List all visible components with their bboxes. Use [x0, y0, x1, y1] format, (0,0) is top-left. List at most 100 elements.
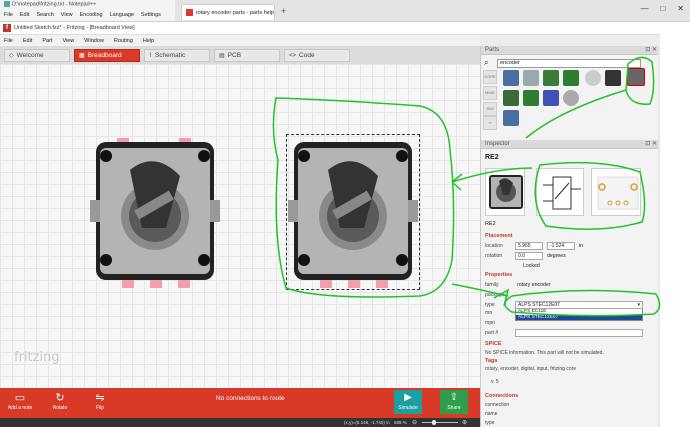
encoder-thumbnail [489, 175, 523, 209]
menu-part[interactable]: Part [42, 38, 52, 44]
maximize-icon[interactable]: □ [660, 4, 665, 13]
rotation-field[interactable]: 0.0 [515, 252, 543, 260]
play-icon: ▶ [404, 392, 412, 403]
flip-button[interactable]: ⇋ Flip [80, 391, 120, 411]
notepad-menu-settings[interactable]: Settings [141, 12, 161, 18]
bottom-toolbar: ▭ Add a note ↻ Rotate ⇋ Flip No connections… [0, 388, 480, 418]
close-icon[interactable]: ✕ [677, 4, 684, 13]
favicon-icon [186, 9, 193, 16]
notepad-menu-encoding[interactable]: Encoding [80, 12, 103, 18]
bin-sim[interactable]: SIM [483, 102, 497, 116]
part-encoder-4[interactable] [563, 70, 579, 86]
connections-row-connection: connection [485, 402, 510, 408]
part-encoder-3[interactable] [543, 70, 559, 86]
part-encoder-5[interactable] [585, 70, 601, 86]
pcb-thumbnail [597, 176, 639, 210]
schematic-thumbnail [543, 176, 581, 210]
tab-schematic[interactable]: ⌇ Schematic [144, 49, 210, 62]
minimize-icon[interactable]: — [640, 4, 648, 13]
notepad-menu-edit[interactable]: Edit [20, 12, 29, 18]
zoom-in-icon[interactable]: ⊕ [462, 419, 467, 426]
part-encoder-8[interactable] [523, 90, 539, 106]
rotate-icon: ↻ [55, 392, 65, 404]
tab-breadboard[interactable]: ▦ Breadboard [74, 49, 140, 62]
part-number-label: part # [485, 330, 499, 336]
inspector-header: Inspector ⊡ ✕ [481, 140, 661, 149]
notepad-menu-search[interactable]: Search [36, 12, 53, 18]
close-icon[interactable]: ⊡ ✕ [645, 140, 657, 149]
inspector-caption: RE2 [485, 221, 496, 227]
code-icon: <> [289, 52, 297, 59]
part-encoder-9[interactable] [543, 90, 559, 106]
locked-checkbox[interactable]: Locked [523, 263, 540, 269]
type-select[interactable]: ALPS STEC12E07 ▾ [515, 301, 643, 309]
view-tabs: ◇ Welcome ▦ Breadboard ⌇ Schematic ▤ PCB <> C… [0, 46, 480, 64]
rotate-button[interactable]: ↻ Rotate [40, 391, 80, 411]
routing-status: No connections to route [216, 395, 285, 402]
share-icon: ⇪ [449, 392, 459, 403]
close-icon[interactable]: ⊡ ✕ [645, 46, 657, 55]
flip-icon: ⇋ [95, 392, 105, 404]
search-icon[interactable]: ⌕ [484, 58, 488, 68]
menu-routing[interactable]: Routing [114, 38, 133, 44]
tab-code[interactable]: <> Code [284, 49, 350, 62]
tags-text: rotary, encoder, digital, input, fritzin… [485, 366, 577, 372]
menu-view[interactable]: View [62, 38, 74, 44]
part-encoder-1[interactable] [503, 70, 519, 86]
notepad-menu-view[interactable]: View [61, 12, 73, 18]
rotation-label: rotation [485, 253, 503, 259]
menu-edit[interactable]: Edit [23, 38, 32, 44]
breadboard-icon: ▦ [79, 53, 85, 59]
part-encoder-7[interactable] [503, 90, 519, 106]
location-unit: in [579, 243, 584, 249]
note-icon: ▭ [14, 392, 26, 404]
menu-help[interactable]: Help [143, 38, 154, 44]
placement-section: Placement [485, 233, 513, 239]
breadboard-canvas[interactable] [0, 64, 480, 388]
pcb-image [591, 168, 641, 216]
tab-welcome[interactable]: ◇ Welcome [4, 49, 70, 62]
zoom-level: 685 % [394, 420, 407, 425]
spice-text: No SPICE information. This part will not… [485, 350, 604, 356]
type-option-stec12e07[interactable]: ALPS STEC12E07 [515, 315, 643, 321]
part-encoder-11[interactable] [503, 110, 519, 126]
mn-label: mn [485, 310, 493, 316]
schematic-icon: ⌇ [149, 53, 152, 59]
browser-tab[interactable]: rotary encoder parts - parts.help [181, 4, 275, 20]
browser-strip: rotary encoder parts - parts.help + — □ … [175, 0, 690, 22]
bin-core[interactable]: CORE [483, 70, 497, 84]
zoom-out-icon[interactable]: ⊖ [412, 419, 417, 426]
rotary-encoder-part[interactable] [88, 136, 222, 290]
new-tab-button[interactable]: + [281, 6, 286, 16]
notepad-menu-file[interactable]: File [4, 12, 13, 18]
menu-window[interactable]: Window [84, 38, 104, 44]
location-y-field[interactable]: -1.524 [547, 242, 575, 250]
zoom-slider-handle[interactable] [432, 420, 436, 425]
part-encoder-2[interactable] [523, 70, 539, 86]
bin-temp[interactable]: ∞ [483, 116, 497, 130]
bin-mine[interactable]: MINE [483, 86, 497, 100]
window-controls: — □ ✕ [640, 4, 684, 13]
part-encoder-selected[interactable] [627, 68, 645, 86]
status-bar: (x,y)=(5.148, -1.740) in 685 % ⊖ ⊕ [0, 418, 480, 427]
part-encoder-10[interactable] [563, 90, 579, 106]
fritzing-watermark: fritzing [14, 350, 60, 365]
type-label: type [485, 302, 495, 308]
parts-search-input[interactable]: encoder [497, 59, 641, 68]
rotary-encoder-part-selected[interactable] [286, 136, 420, 290]
tab-pcb[interactable]: ▤ PCB [214, 49, 280, 62]
part-encoder-6[interactable] [605, 70, 621, 86]
add-note-button[interactable]: ▭ Add a note [0, 391, 40, 411]
zoom-slider[interactable] [422, 422, 458, 423]
share-button[interactable]: ⇪ Share [440, 390, 468, 414]
chevron-down-icon: ▾ [637, 302, 640, 308]
part-number-field[interactable] [515, 329, 643, 337]
simulate-button[interactable]: ▶ Simulate [394, 390, 422, 414]
fritzing-title-bar: f Untitled Sketch.fzz* - Fritzing - [Bre… [0, 22, 690, 35]
family-label: family [485, 282, 499, 288]
location-x-field[interactable]: 5.965 [515, 242, 543, 250]
notepad-menu: File Edit Search View Encoding Language … [4, 12, 161, 18]
connections-row-name: name [485, 411, 498, 417]
menu-file[interactable]: File [4, 38, 13, 44]
notepad-menu-language[interactable]: Language [110, 12, 134, 18]
